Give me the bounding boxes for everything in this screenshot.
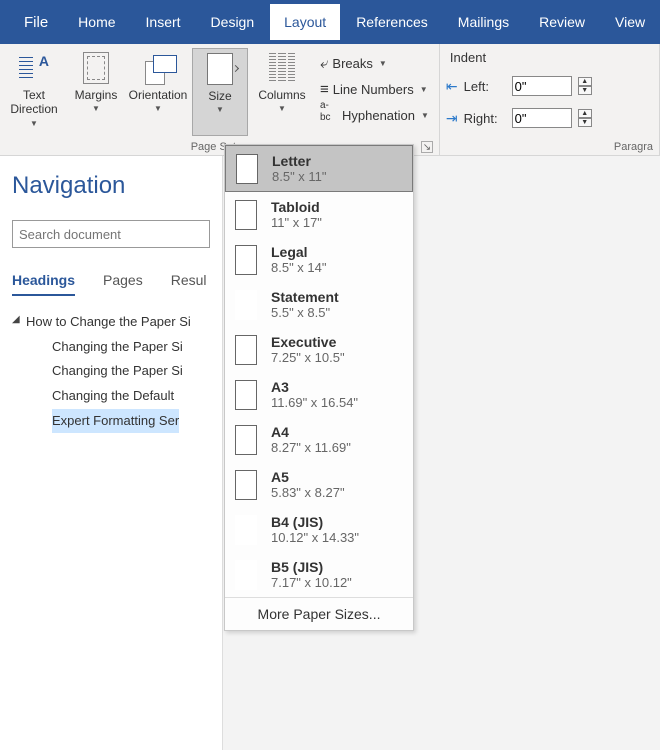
size-dims: 7.25" x 10.5" — [271, 350, 345, 365]
indent-left-input[interactable] — [512, 76, 572, 96]
tab-insert[interactable]: Insert — [132, 4, 195, 40]
outline-item[interactable]: Changing the Paper Si — [12, 335, 210, 360]
outline-item[interactable]: Changing the Default — [12, 384, 210, 409]
hyphenation-button[interactable]: Hyphenation▼ — [316, 102, 433, 128]
orientation-button[interactable]: Orientation ▼ — [130, 48, 186, 136]
page-icon — [235, 335, 257, 365]
page-icon — [235, 560, 257, 590]
size-dims: 7.17" x 10.12" — [271, 575, 352, 590]
indent-left-icon — [446, 78, 458, 95]
size-dims: 8.5" x 14" — [271, 260, 327, 275]
line-numbers-icon — [320, 81, 329, 98]
indent-left-row: Left: ▲▼ — [446, 73, 592, 99]
page-icon — [235, 425, 257, 455]
size-dims: 11.69" x 16.54" — [271, 395, 358, 410]
columns-button[interactable]: Columns ▼ — [254, 48, 310, 136]
chevron-down-icon: ▼ — [278, 104, 286, 114]
hyphenation-icon — [320, 108, 338, 123]
outline-item[interactable]: ◢ How to Change the Paper Si — [12, 310, 210, 335]
size-name: Legal — [271, 244, 327, 260]
size-name: A4 — [271, 424, 351, 440]
breaks-button[interactable]: Breaks▼ — [316, 50, 433, 76]
size-option-executive[interactable]: Executive7.25" x 10.5" — [225, 327, 413, 372]
indent-right-icon — [446, 110, 458, 127]
size-name: B4 (JIS) — [271, 514, 359, 530]
breaks-icon — [320, 55, 328, 72]
indent-right-spinner[interactable]: ▲▼ — [578, 109, 592, 127]
orientation-icon — [143, 53, 173, 83]
margins-icon — [83, 52, 109, 84]
size-option-statement[interactable]: Statement5.5" x 8.5" — [225, 282, 413, 327]
size-option-legal[interactable]: Legal8.5" x 14" — [225, 237, 413, 282]
size-name: A5 — [271, 469, 345, 485]
tab-layout[interactable]: Layout — [270, 4, 340, 40]
page-icon — [236, 154, 258, 184]
size-name: B5 (JIS) — [271, 559, 352, 575]
size-button[interactable]: Size ▼ — [192, 48, 248, 136]
tabs-bar: File HomeInsertDesignLayoutReferencesMai… — [0, 0, 660, 44]
size-dims: 8.5" x 11" — [272, 169, 327, 184]
size-icon — [207, 53, 233, 85]
tab-review[interactable]: Review — [525, 4, 599, 40]
tab-design[interactable]: Design — [197, 4, 269, 40]
indent-left-spinner[interactable]: ▲▼ — [578, 77, 592, 95]
page-icon — [235, 245, 257, 275]
line-numbers-button[interactable]: Line Numbers▼ — [316, 76, 433, 102]
nav-tab-results[interactable]: Resul — [171, 272, 207, 296]
chevron-down-icon: ▼ — [30, 119, 38, 129]
nav-tab-pages[interactable]: Pages — [103, 272, 143, 296]
page-icon — [235, 470, 257, 500]
size-option-b5-jis-[interactable]: B5 (JIS)7.17" x 10.12" — [225, 552, 413, 597]
page-setup-launcher[interactable]: ↘ — [421, 141, 433, 153]
size-dims: 5.5" x 8.5" — [271, 305, 339, 320]
tab-references[interactable]: References — [342, 4, 442, 40]
outline-item[interactable]: Expert Formatting Ser — [12, 409, 210, 434]
outline-item[interactable]: Changing the Paper Si — [12, 359, 210, 384]
navigation-title: Navigation — [12, 172, 210, 200]
page-icon — [235, 290, 257, 320]
tab-home[interactable]: Home — [64, 4, 129, 40]
text-direction-icon — [19, 53, 49, 83]
indent-right-input[interactable] — [512, 108, 572, 128]
size-dims: 11" x 17" — [271, 215, 322, 230]
navigation-pane: Navigation Headings Pages Resul ◢ How to… — [0, 156, 223, 750]
size-name: Tabloid — [271, 199, 322, 215]
size-dims: 8.27" x 11.69" — [271, 440, 351, 455]
tab-view[interactable]: View — [601, 4, 659, 40]
nav-tab-headings[interactable]: Headings — [12, 272, 75, 296]
size-name: Statement — [271, 289, 339, 305]
indent-right-row: Right: ▲▼ — [446, 105, 592, 131]
tab-file[interactable]: File — [10, 4, 62, 41]
search-input[interactable] — [12, 220, 210, 248]
chevron-down-icon: ▼ — [216, 105, 224, 115]
tab-mailings[interactable]: Mailings — [444, 4, 523, 40]
page-icon — [235, 515, 257, 545]
paragraph-group-label: Paragra — [446, 141, 653, 153]
ribbon: Text Direction ▼ Margins ▼ Orientation ▼… — [0, 44, 660, 156]
size-dropdown: Letter8.5" x 11"Tabloid11" x 17"Legal8.5… — [224, 144, 414, 631]
size-option-b4-jis-[interactable]: B4 (JIS)10.12" x 14.33" — [225, 507, 413, 552]
page-icon — [235, 380, 257, 410]
columns-icon — [269, 53, 295, 83]
page-icon — [235, 200, 257, 230]
size-dims: 5.83" x 8.27" — [271, 485, 345, 500]
size-option-tabloid[interactable]: Tabloid11" x 17" — [225, 192, 413, 237]
size-dims: 10.12" x 14.33" — [271, 530, 359, 545]
chevron-down-icon: ▼ — [92, 104, 100, 114]
size-name: Letter — [272, 153, 327, 169]
text-direction-button[interactable]: Text Direction ▼ — [6, 48, 62, 136]
chevron-down-icon: ▼ — [154, 104, 162, 114]
size-option-letter[interactable]: Letter8.5" x 11" — [225, 145, 413, 192]
size-option-a4[interactable]: A48.27" x 11.69" — [225, 417, 413, 462]
outline: ◢ How to Change the Paper Si Changing th… — [12, 310, 210, 433]
size-option-a5[interactable]: A55.83" x 8.27" — [225, 462, 413, 507]
indent-title: Indent — [446, 48, 490, 67]
collapse-icon[interactable]: ◢ — [12, 310, 26, 329]
more-paper-sizes[interactable]: More Paper Sizes... — [225, 597, 413, 630]
size-name: Executive — [271, 334, 345, 350]
size-name: A3 — [271, 379, 358, 395]
margins-button[interactable]: Margins ▼ — [68, 48, 124, 136]
size-option-a3[interactable]: A311.69" x 16.54" — [225, 372, 413, 417]
